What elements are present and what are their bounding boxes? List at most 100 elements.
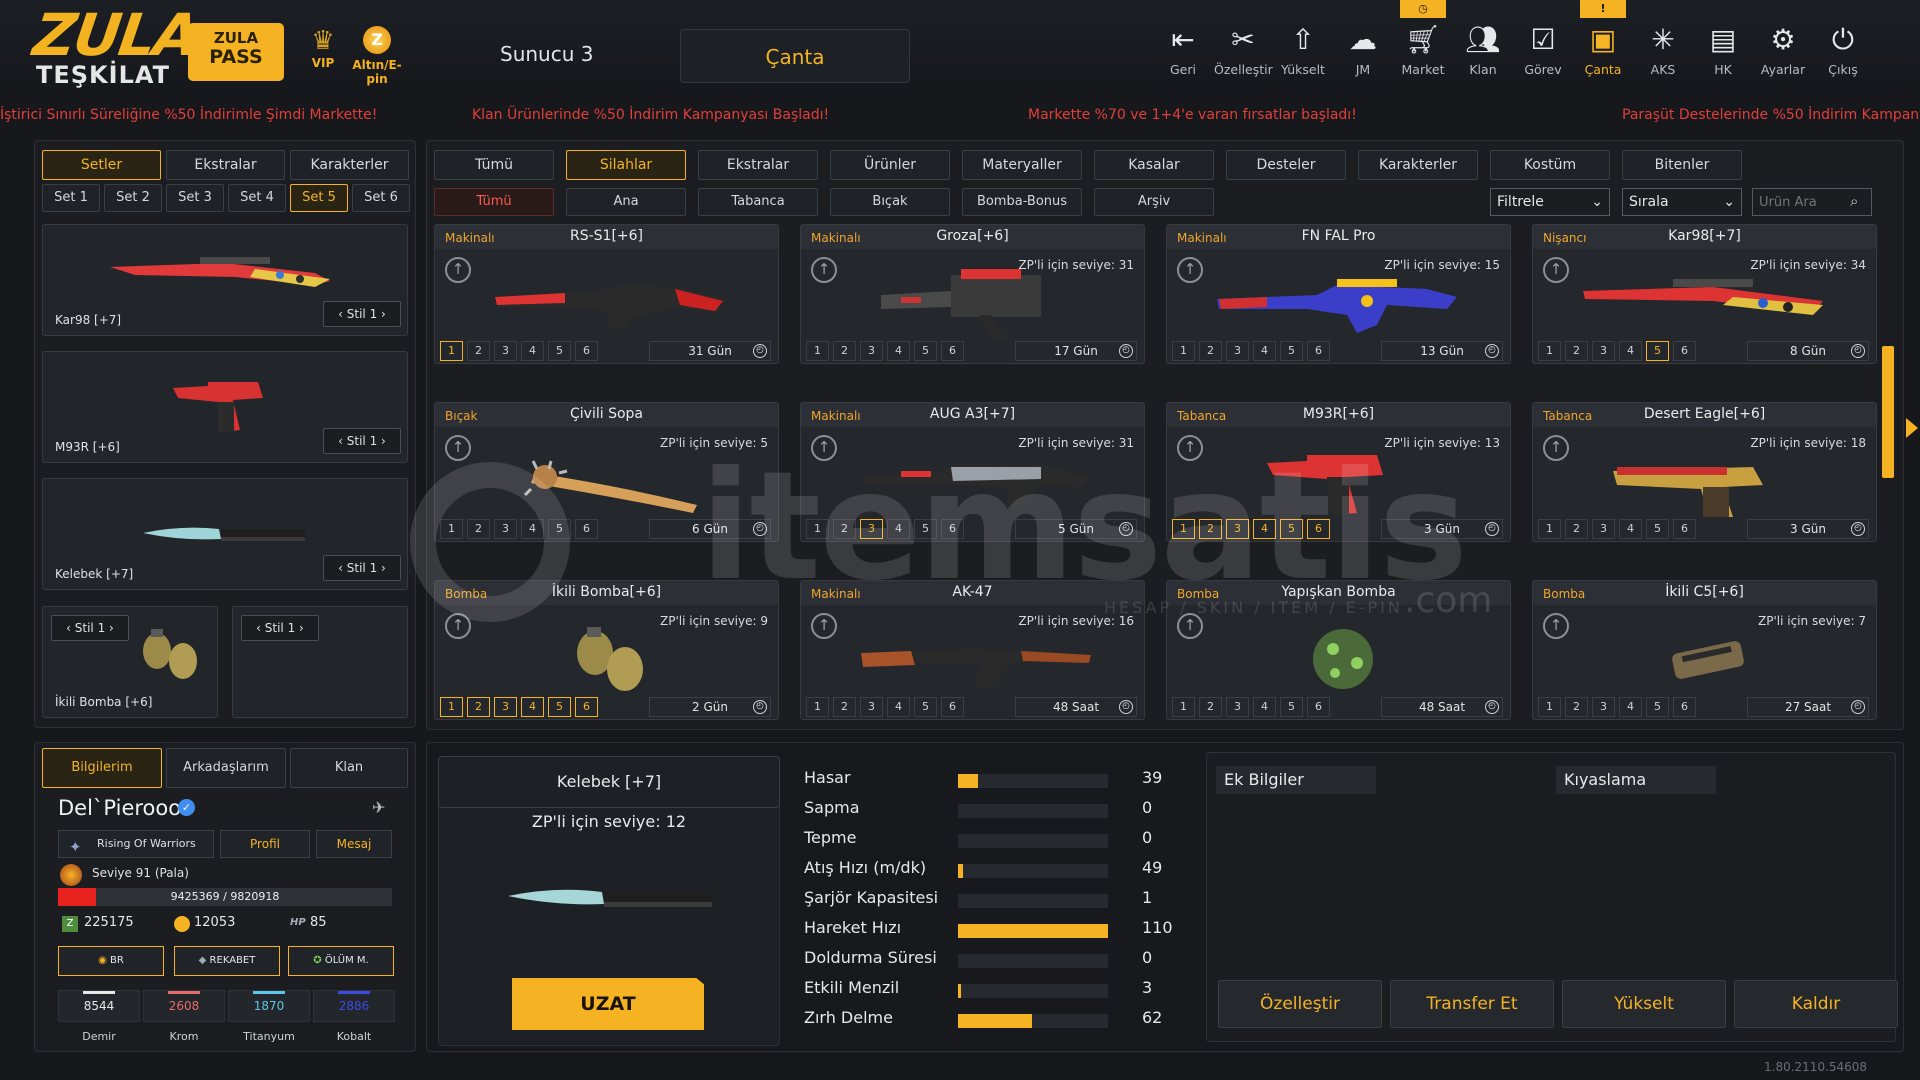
sort-dropdown[interactable]: Sırala ⌄ <box>1622 188 1742 216</box>
subcategory-tab-2[interactable]: Ana <box>566 188 686 216</box>
inventory-item-card[interactable]: Çivili Sopa Bıçak ZP'li için seviye: 5 ↑ 1 2 3… <box>434 402 779 542</box>
category-tab-7[interactable]: Desteler <box>1226 150 1346 180</box>
style-slot-1[interactable]: 1 <box>806 697 829 717</box>
gold-epin-button[interactable]: Z Altın/E-pin <box>342 26 412 86</box>
style-slot-5[interactable]: 5 <box>548 341 571 361</box>
style-slot-6[interactable]: 6 <box>941 341 964 361</box>
style-slot-2[interactable]: 2 <box>1199 341 1222 361</box>
upgrade-arrow-icon[interactable]: ↑ <box>1543 257 1569 283</box>
style-slot-6[interactable]: 6 <box>575 697 598 717</box>
style-slot-3[interactable]: 3 <box>494 341 517 361</box>
style-slot-5[interactable]: 5 <box>914 697 937 717</box>
style-slot-5[interactable]: 5 <box>1280 519 1303 539</box>
style-slot-3[interactable]: 3 <box>1592 697 1615 717</box>
tab-ekstralar[interactable]: Ekstralar <box>166 150 285 180</box>
inventory-item-card[interactable]: M93R[+6] Tabanca ZP'li için seviye: 13 ↑ 1 2 3… <box>1166 402 1511 542</box>
subcategory-tab-1[interactable]: Tümü <box>434 188 554 216</box>
style-slot-1[interactable]: 1 <box>806 341 829 361</box>
style-slot-1[interactable]: 1 <box>1538 341 1561 361</box>
set-slot-bomb[interactable]: ‹ Stil 1 › İkili Bomba [+6] <box>42 606 218 718</box>
set-slot-primary[interactable]: Kar98 [+7] ‹ Stil 1 › <box>42 224 408 336</box>
style-slot-1[interactable]: 1 <box>1538 519 1561 539</box>
style-slot-5[interactable]: 5 <box>1646 519 1669 539</box>
category-tab-9[interactable]: Kostüm <box>1490 150 1610 180</box>
style-slot-6[interactable]: 6 <box>575 341 598 361</box>
set-tab-1[interactable]: Set 1 <box>42 184 100 212</box>
style-slot-6[interactable]: 6 <box>1307 519 1330 539</box>
set-tab-6[interactable]: Set 6 <box>352 184 410 212</box>
inventory-item-card[interactable]: Kar98[+7] Nişancı ZP'li için seviye: 34 ↑ 1 2… <box>1532 224 1877 364</box>
category-tab-1[interactable]: Tümü <box>434 150 554 180</box>
style-slot-2[interactable]: 2 <box>1565 341 1588 361</box>
inventory-item-card[interactable]: İkili C5[+6] Bomba ZP'li için seviye: 7 ↑ 1 2… <box>1532 580 1877 720</box>
style-slot-4[interactable]: 4 <box>1619 697 1642 717</box>
inventory-item-card[interactable]: Groza[+6] Makinalı ZP'li için seviye: 31 ↑ 1… <box>800 224 1145 364</box>
set-slot-secondary[interactable]: M93R [+6] ‹ Stil 1 › <box>42 351 408 463</box>
style-slot-6[interactable]: 6 <box>941 519 964 539</box>
extend-button[interactable]: UZAT <box>512 978 704 1030</box>
inventory-item-card[interactable]: Yapışkan Bomba Bomba ↑ 1 2 3 4 5 6 48 Saat ◴ <box>1166 580 1511 720</box>
scrollbar-thumb[interactable] <box>1882 346 1894 478</box>
upgrade-arrow-icon[interactable]: ↑ <box>1543 613 1569 639</box>
profile-button[interactable]: Profil <box>220 830 310 858</box>
style-slot-5[interactable]: 5 <box>548 697 571 717</box>
tab-karakterler[interactable]: Karakterler <box>290 150 409 180</box>
style-slot-5[interactable]: 5 <box>914 341 937 361</box>
style-slot-2[interactable]: 2 <box>1565 519 1588 539</box>
style-slot-4[interactable]: 4 <box>521 519 544 539</box>
style-slot-5[interactable]: 5 <box>1280 697 1303 717</box>
category-tab-10[interactable]: Bitenler <box>1622 150 1742 180</box>
set-tab-5[interactable]: Set 5 <box>290 184 348 212</box>
vip-button[interactable]: ♛ VIP <box>304 26 342 70</box>
style-selector[interactable]: ‹ Stil 1 › <box>51 615 129 641</box>
clan-badge[interactable]: ✦ Rising Of Warriors <box>58 830 214 858</box>
style-selector[interactable]: ‹ Stil 1 › <box>323 301 401 327</box>
category-tab-8[interactable]: Karakterler <box>1358 150 1478 180</box>
inventory-item-card[interactable]: Desert Eagle[+6] Tabanca ZP'li için seviye… <box>1532 402 1877 542</box>
zula-pass-button[interactable]: ZULA PASS <box>188 23 284 81</box>
nav-power[interactable]: ⏻ Çıkış <box>1814 24 1872 78</box>
nav-back[interactable]: ⇤ Geri <box>1154 24 1212 78</box>
tab-bilgilerim[interactable]: Bilgilerim <box>42 748 162 788</box>
nav-mission[interactable]: ☑ Görev <box>1514 24 1572 78</box>
style-slot-2[interactable]: 2 <box>1565 697 1588 717</box>
upgrade-arrow-icon[interactable]: ↑ <box>1543 435 1569 461</box>
style-slot-2[interactable]: 2 <box>467 519 490 539</box>
nav-clan[interactable]: 👥︎ Klan <box>1454 24 1512 78</box>
style-slot-3[interactable]: 3 <box>494 697 517 717</box>
style-slot-2[interactable]: 2 <box>467 341 490 361</box>
style-selector[interactable]: ‹ Stil 1 › <box>323 428 401 454</box>
nav-aks[interactable]: ✳ AKS <box>1634 24 1692 78</box>
style-slot-3[interactable]: 3 <box>1226 697 1249 717</box>
style-slot-3[interactable]: 3 <box>860 519 883 539</box>
style-slot-4[interactable]: 4 <box>1619 519 1642 539</box>
set-slot-knife[interactable]: Kelebek [+7] ‹ Stil 1 › <box>42 478 408 590</box>
upgrade-arrow-icon[interactable]: ↑ <box>1177 613 1203 639</box>
subcategory-tab-6[interactable]: Arşiv <box>1094 188 1214 216</box>
style-slot-6[interactable]: 6 <box>941 697 964 717</box>
style-slot-5[interactable]: 5 <box>1280 341 1303 361</box>
style-slot-2[interactable]: 2 <box>833 341 856 361</box>
mode-ranked-button[interactable]: ◆ REKABET <box>174 946 280 976</box>
style-slot-2[interactable]: 2 <box>833 697 856 717</box>
subcategory-tab-3[interactable]: Tabanca <box>698 188 818 216</box>
message-button[interactable]: Mesaj <box>316 830 392 858</box>
category-tab-5[interactable]: Materyaller <box>962 150 1082 180</box>
style-slot-2[interactable]: 2 <box>833 519 856 539</box>
set-slot-empty[interactable]: ‹ Stil 1 › <box>232 606 408 718</box>
style-slot-3[interactable]: 3 <box>1226 341 1249 361</box>
style-slot-6[interactable]: 6 <box>575 519 598 539</box>
style-slot-6[interactable]: 6 <box>1307 341 1330 361</box>
upgrade-arrow-icon[interactable]: ↑ <box>445 613 471 639</box>
style-slot-3[interactable]: 3 <box>860 341 883 361</box>
inventory-item-card[interactable]: AUG A3[+7] Makinalı ZP'li için seviye: 31 ↑… <box>800 402 1145 542</box>
upgrade-arrow-icon[interactable]: ↑ <box>1177 257 1203 283</box>
style-slot-1[interactable]: 1 <box>1172 697 1195 717</box>
mode-br-button[interactable]: ◉ BR <box>58 946 164 976</box>
style-slot-5[interactable]: 5 <box>548 519 571 539</box>
category-tab-2[interactable]: Silahlar <box>566 150 686 180</box>
nav-cart[interactable]: 🛒︎ Market <box>1394 24 1452 78</box>
upgrade-arrow-icon[interactable]: ↑ <box>445 435 471 461</box>
set-tab-2[interactable]: Set 2 <box>104 184 162 212</box>
nav-jm[interactable]: ☁ JM <box>1334 24 1392 78</box>
